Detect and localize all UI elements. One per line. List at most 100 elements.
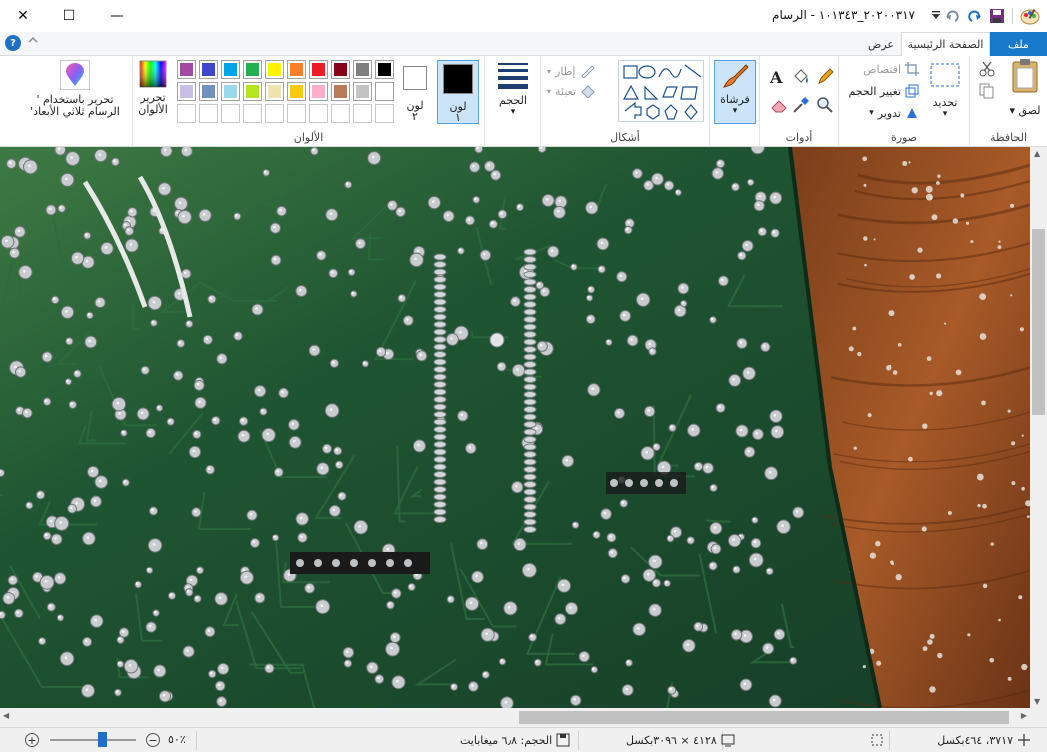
customize-quick-access-icon[interactable] [927,7,945,25]
palette-swatch[interactable] [221,60,240,79]
color-wheel-icon [139,60,167,88]
palette-swatch[interactable] [287,60,306,79]
palette-swatch[interactable] [331,82,350,101]
brush-icon [723,64,749,88]
horizontal-scroll-thumb[interactable] [519,711,1009,724]
image-canvas[interactable] [0,147,1030,708]
vertical-scroll-thumb[interactable] [1032,229,1045,415]
palette-swatch[interactable] [265,60,284,79]
scroll-right-icon[interactable]: ▶ [1021,711,1027,720]
custom-color-slot[interactable] [287,104,306,123]
palette-swatch[interactable] [199,60,218,79]
tools-group-label: أدوات [785,131,813,144]
brushes-group: فرشاة ▾ [709,56,759,147]
zoom-out-button[interactable]: − [146,733,160,747]
custom-color-slot[interactable] [243,104,262,123]
clipboard-group: لصق ▾ الحافظة [969,56,1047,147]
magnifier-icon[interactable] [816,96,834,114]
status-bar: ٣٧١٧، ٤٦٤بكسل ٤١٢٨ × ٣٠٩٦بكسل الحجم: ٦٫٨… [0,727,1047,752]
scroll-up-icon[interactable]: ▲ [1034,149,1040,158]
palette-swatch[interactable] [265,82,284,101]
palette-swatch[interactable] [243,82,262,101]
outline-button[interactable]: إطار ▾ [547,64,596,78]
fill-bucket-icon[interactable] [792,68,810,86]
zoom-slider-thumb[interactable] [97,732,107,747]
save-icon[interactable] [988,7,1006,25]
image-dimensions: ٤١٢٨ × ٣٠٩٦بكسل [626,733,735,747]
paste-icon [1012,59,1038,93]
scroll-down-icon[interactable]: ▼ [1034,697,1040,706]
palette-swatch[interactable] [287,82,306,101]
shapes-gallery[interactable] [618,60,704,122]
color2-button[interactable]: لون ٢ [395,60,435,124]
custom-color-slot[interactable] [177,104,196,123]
close-button[interactable]: ✕ [0,0,46,32]
palette-swatch[interactable] [353,82,372,101]
custom-color-slot[interactable] [221,104,240,123]
size-button[interactable]: الحجم ▾ [491,60,535,124]
palette-swatch[interactable] [243,60,262,79]
crop-button[interactable]: اقتصاص [863,62,919,76]
custom-color-slot[interactable] [353,104,372,123]
palette-swatch[interactable] [199,82,218,101]
edit-colors-button[interactable]: تحرير الألوان [135,60,171,124]
pencil-icon[interactable] [816,68,834,86]
cursor-position: ٣٧١٧، ٤٦٤بكسل [937,733,1031,747]
vertical-scrollbar[interactable]: ▲ ▼ [1030,147,1047,708]
custom-color-slot[interactable] [375,104,394,123]
crop-icon [905,62,919,76]
palette-swatch[interactable] [177,60,196,79]
ribbon-tab-row: ? عرض الصفحة الرئيسية ملف [0,32,1047,57]
eraser-icon[interactable] [770,96,788,114]
palette-swatch[interactable] [309,82,328,101]
file-size: الحجم: ٦٫٨ ميغابايت [460,733,570,747]
maximize-button[interactable]: ☐ [46,0,92,32]
horizontal-scrollbar[interactable]: ◀ ▶ [0,708,1030,727]
resize-button[interactable]: تغيير الحجم [848,84,919,98]
palette-swatch[interactable] [309,60,328,79]
cut-icon[interactable] [978,60,996,78]
rotate-button[interactable]: تدوير ▾ [869,106,919,120]
custom-color-slot[interactable] [199,104,218,123]
text-tool-icon[interactable]: A [770,68,782,87]
color1-swatch [443,64,473,94]
palette-swatch[interactable] [375,60,394,79]
redo-icon[interactable] [944,7,962,25]
palette-swatch[interactable] [331,60,350,79]
zoom-percentage: ٥٠٪ [168,733,186,746]
custom-color-slot[interactable] [309,104,328,123]
custom-color-slot[interactable] [331,104,350,123]
tab-file[interactable]: ملف [990,32,1047,56]
color-picker-icon[interactable] [792,96,810,114]
paste-button[interactable]: لصق ▾ [1005,58,1045,128]
copy-icon[interactable] [978,82,996,100]
image-size-icon [721,734,735,747]
collapse-ribbon-icon[interactable] [28,36,38,47]
scroll-left-icon[interactable]: ◀ [3,711,9,720]
color1-button[interactable]: لون ١ [437,60,479,124]
palette-swatch[interactable] [221,82,240,101]
fill-button[interactable]: تعبئة ▾ [547,84,596,98]
palette-swatch[interactable] [177,82,196,101]
cursor-position-icon [1018,734,1030,746]
tab-home[interactable]: الصفحة الرئيسية [901,32,990,57]
help-icon[interactable]: ? [5,35,21,51]
custom-color-slot[interactable] [265,104,284,123]
select-button[interactable]: تحديد ▾ [925,60,965,126]
palette-swatch[interactable] [353,60,372,79]
zoom-slider-track[interactable] [50,739,136,741]
image-group-label: صورة [890,131,918,144]
zoom-in-button[interactable]: + [25,733,39,747]
selection-size-icon [870,733,884,747]
edit-with-paint3d-button[interactable]: تحرير باستخدام ' الرسام ثلاثي الأبعاد' [22,60,128,124]
size-group: الحجم ▾ [484,56,540,147]
size-icon [498,63,528,89]
rotate-icon [907,108,917,118]
image-group: تحديد ▾ اقتصاص تغيير الحجم تدوير ▾ صورة [838,56,969,147]
select-icon [930,63,960,87]
brushes-button[interactable]: فرشاة ▾ [714,60,756,124]
undo-icon[interactable] [965,7,983,25]
tab-view[interactable]: عرض [861,32,901,56]
palette-swatch[interactable] [375,82,394,101]
minimize-button[interactable]: — [94,0,140,32]
